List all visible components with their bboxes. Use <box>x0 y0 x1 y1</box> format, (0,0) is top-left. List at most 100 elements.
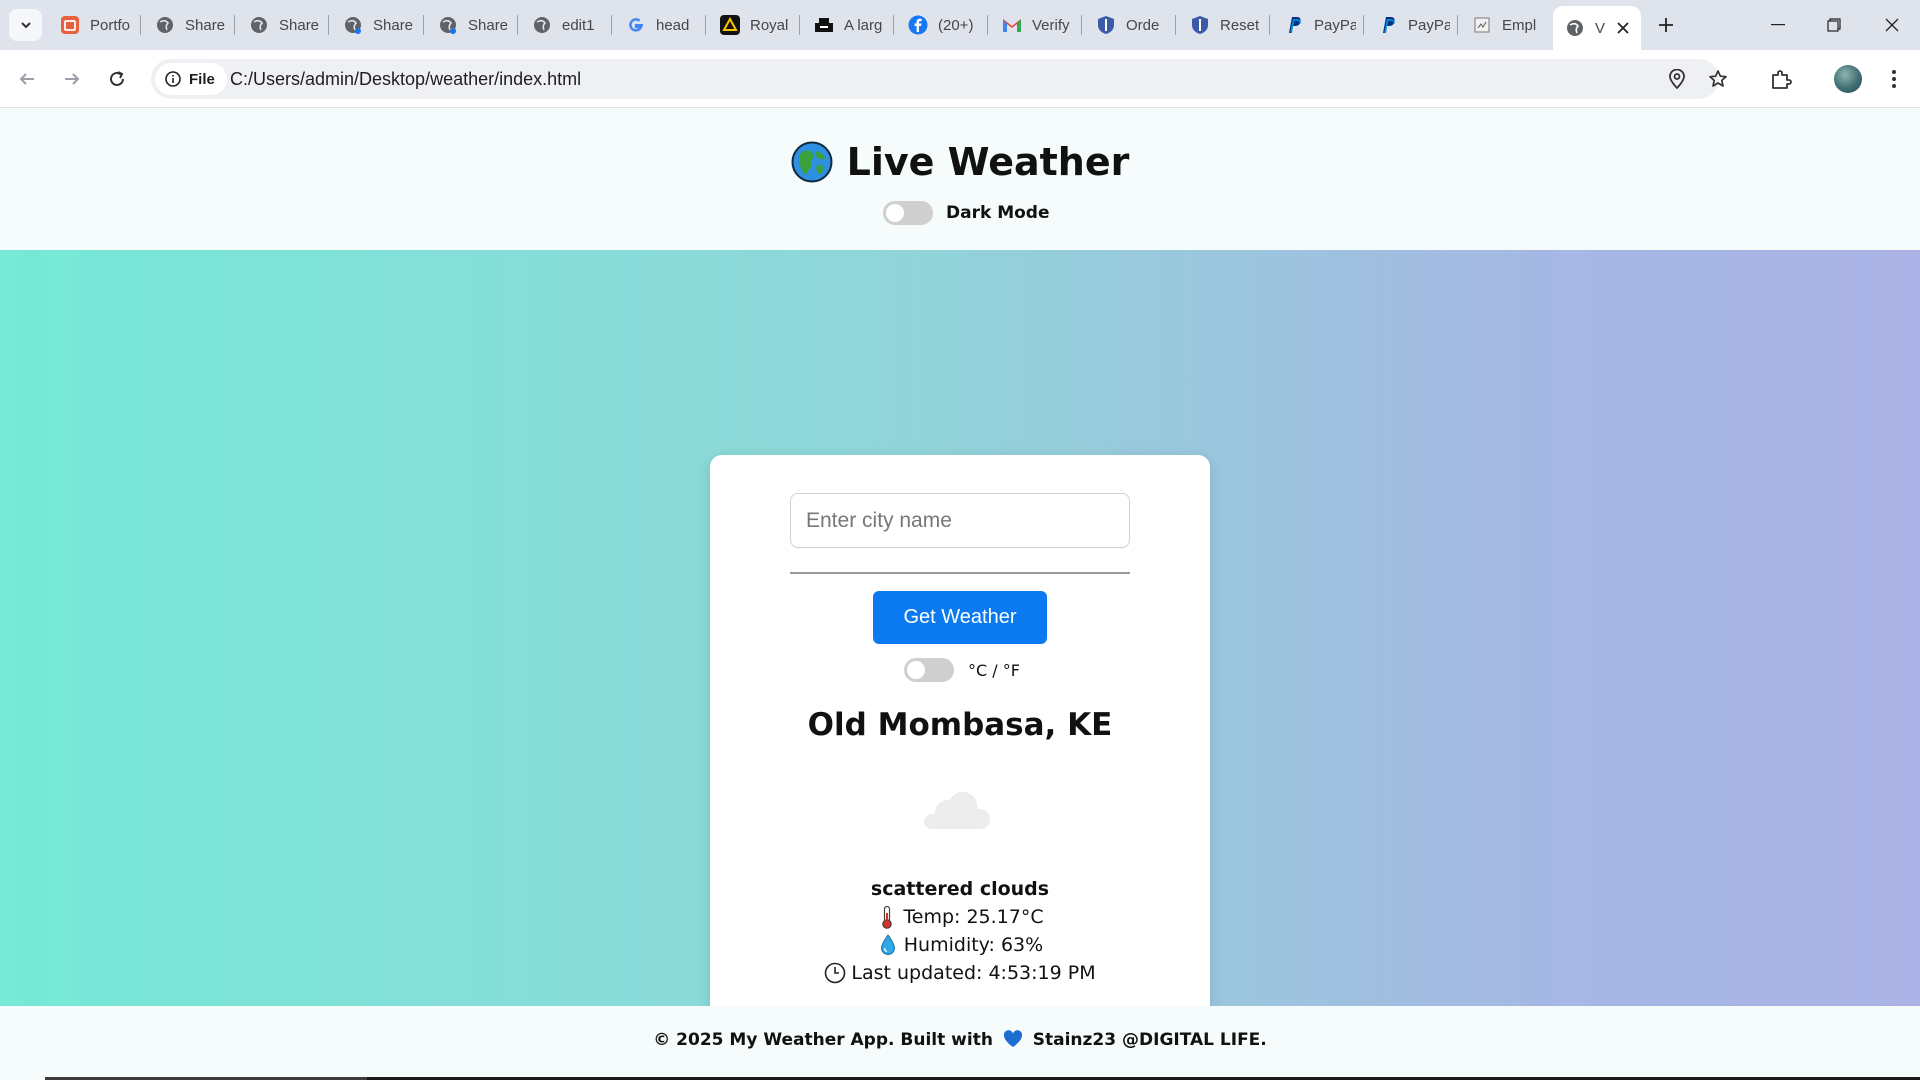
tab-label: (20+) <box>938 16 974 34</box>
tab-share-2[interactable]: Share <box>237 8 321 42</box>
extensions-button[interactable] <box>1765 63 1797 95</box>
location-icon[interactable] <box>1665 67 1689 91</box>
last-updated-row: Last updated: 4:53:19 PM <box>710 959 1210 987</box>
tab-edit[interactable]: edit1 <box>520 8 604 42</box>
weather-card: Get Weather °C / °F Old Mombasa, KE scat… <box>710 455 1210 1023</box>
globe-icon <box>249 15 269 35</box>
back-button[interactable] <box>10 62 44 96</box>
tab-share-3[interactable]: Share <box>331 8 415 42</box>
droplet-icon <box>877 933 899 957</box>
site-info-chip[interactable]: File <box>155 63 227 95</box>
tab-paypal-1[interactable]: PayPa <box>1272 8 1356 42</box>
globe-icon <box>532 15 552 35</box>
paypal-icon <box>1284 15 1304 35</box>
plus-icon <box>1659 18 1673 32</box>
facebook-icon <box>908 15 928 35</box>
globe-icon <box>343 15 363 35</box>
new-tab-button[interactable] <box>1651 10 1681 40</box>
temperature-text: Temp: 25.17°C <box>903 906 1044 928</box>
close-icon <box>1617 22 1629 34</box>
info-icon <box>165 71 181 87</box>
google-icon <box>626 15 646 35</box>
tab-separator <box>987 15 988 35</box>
tab-active-weather[interactable]: V <box>1553 6 1641 50</box>
title-text: Live Weather <box>846 140 1130 184</box>
printer-icon <box>814 15 834 35</box>
city-search-input[interactable] <box>790 493 1130 548</box>
toggle-knob <box>886 204 904 222</box>
tab-label: Verify <box>1032 16 1070 34</box>
tab-separator <box>799 15 800 35</box>
tab-portfolio[interactable]: Portfo <box>48 8 132 42</box>
close-window-button[interactable] <box>1864 0 1920 50</box>
tab-label: Empl <box>1502 16 1537 34</box>
tab-label: Share <box>279 16 320 34</box>
tab-separator <box>1457 15 1458 35</box>
dark-mode-toggle[interactable] <box>883 201 933 225</box>
tab-label: PayPa <box>1408 16 1450 34</box>
royal-icon <box>720 15 740 35</box>
shield-icon <box>1096 15 1116 35</box>
tab-paypal-2[interactable]: PayPa <box>1366 8 1450 42</box>
tab-search-button[interactable] <box>9 9 42 41</box>
tab-order[interactable]: Orde <box>1084 8 1168 42</box>
profile-avatar[interactable] <box>1834 65 1862 93</box>
chevron-down-icon <box>20 22 31 29</box>
tab-separator <box>893 15 894 35</box>
tab-google[interactable]: head <box>614 8 698 42</box>
tab-strip: Portfo Share Share Share Share edit1 hea… <box>0 0 1920 50</box>
tab-gmail[interactable]: Verify <box>990 8 1074 42</box>
tab-label: Portfo <box>90 16 131 34</box>
tab-large[interactable]: A larg <box>802 8 886 42</box>
reload-button[interactable] <box>100 62 134 96</box>
page: Live Weather Dark Mode Get Weather °C / … <box>0 108 1920 1080</box>
minimize-icon <box>1771 24 1785 26</box>
tab-label: Share <box>185 16 226 34</box>
shield-icon <box>1190 15 1210 35</box>
document-icon <box>1472 15 1492 35</box>
unit-toggle[interactable] <box>904 658 954 682</box>
app-header: Live Weather Dark Mode <box>0 108 1920 250</box>
tab-separator <box>1269 15 1270 35</box>
forward-button[interactable] <box>55 62 89 96</box>
unit-toggle-row: °C / °F <box>904 658 1020 682</box>
humidity-text: Humidity: 63% <box>903 934 1044 956</box>
gmail-icon <box>1002 15 1022 35</box>
tab-separator <box>517 15 518 35</box>
tab-separator <box>611 15 612 35</box>
heart-icon <box>1003 1030 1022 1047</box>
close-tab-button[interactable] <box>1613 18 1633 38</box>
tab-reset[interactable]: Reset <box>1178 8 1262 42</box>
minimize-button[interactable] <box>1750 0 1806 50</box>
footer-text-end: Stainz23 @DIGITAL LIFE. <box>1032 1030 1267 1050</box>
tab-label: A larg <box>844 16 883 34</box>
temperature-row: Temp: 25.17°C <box>710 903 1210 931</box>
tab-royal[interactable]: Royal <box>708 8 792 42</box>
tab-label: Orde <box>1126 16 1160 34</box>
paypal-icon <box>1378 15 1398 35</box>
site-chip-label: File <box>189 70 215 88</box>
bookmark-star-icon[interactable] <box>1706 67 1730 91</box>
dark-mode-label: Dark Mode <box>946 203 1050 223</box>
unit-label: °C / °F <box>968 660 1020 680</box>
tab-share-1[interactable]: Share <box>143 8 227 42</box>
last-updated-text: Last updated: 4:53:19 PM <box>851 962 1096 984</box>
reload-icon <box>110 71 124 86</box>
humidity-row: Humidity: 63% <box>710 931 1210 959</box>
tab-separator <box>1081 15 1082 35</box>
divider <box>790 572 1130 574</box>
globe-icon <box>1565 18 1585 38</box>
restore-button[interactable] <box>1806 0 1862 50</box>
clock-icon <box>824 961 846 985</box>
tab-share-4[interactable]: Share <box>426 8 510 42</box>
url-text[interactable]: C:/Users/admin/Desktop/weather/index.htm… <box>230 69 581 90</box>
dark-mode-row: Dark Mode <box>883 201 1050 225</box>
more-vertical-icon <box>1892 70 1896 88</box>
address-bar[interactable]: File C:/Users/admin/Desktop/weather/inde… <box>151 59 1727 99</box>
browser-menu-button[interactable] <box>1878 63 1910 95</box>
puzzle-icon <box>1772 70 1792 89</box>
get-weather-button[interactable]: Get Weather <box>873 591 1047 644</box>
tab-facebook[interactable]: (20+) <box>896 8 980 42</box>
tab-label: Royal <box>750 16 789 34</box>
tab-employee[interactable]: Empl <box>1460 8 1544 42</box>
